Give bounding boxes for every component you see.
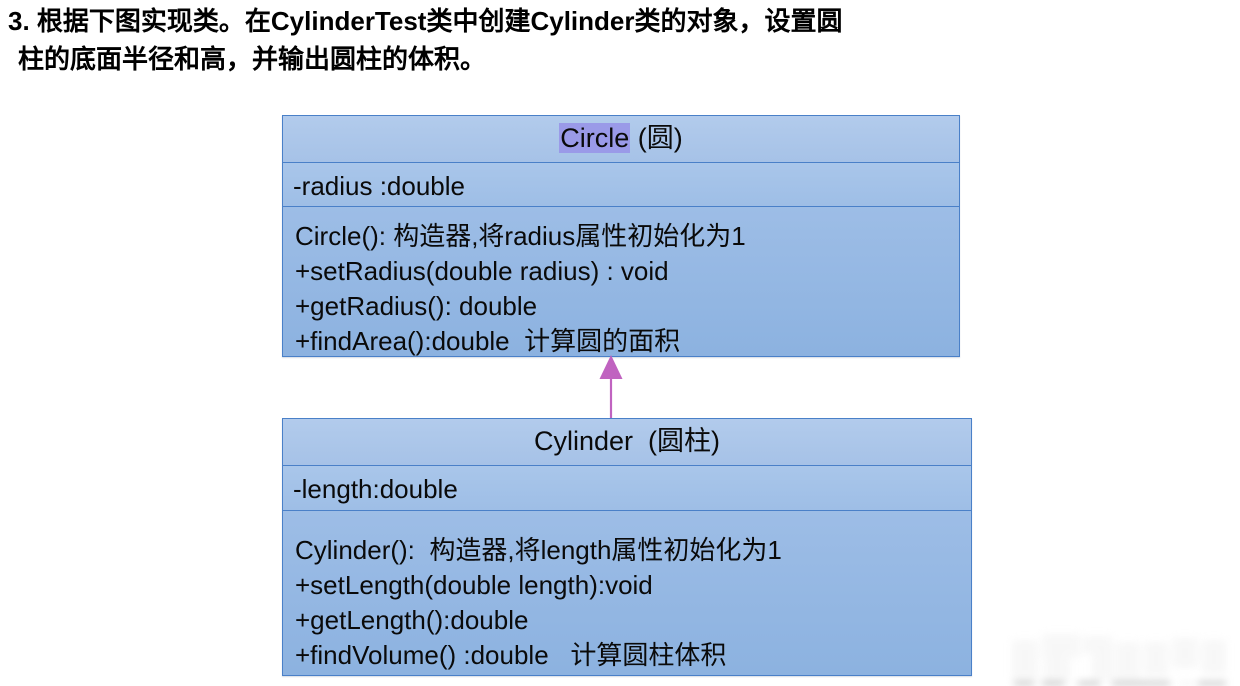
blurred-watermark: [1012, 630, 1234, 686]
class-name-circle: Circle: [559, 123, 631, 153]
class-name-circle-suffix: (圆): [630, 123, 683, 153]
page-title-line-1: 3. 根据下图实现类。在CylinderTest类中创建Cylinder类的对象…: [8, 6, 843, 36]
uml-class-circle: Circle (圆) -radius :double Circle(): 构造器…: [282, 115, 960, 357]
class-attributes-circle: -radius :double: [283, 162, 959, 206]
generalization-arrow-icon: [599, 355, 623, 421]
class-attributes-cylinder: -length:double: [283, 465, 971, 510]
class-methods-circle: Circle(): 构造器,将radius属性初始化为1 +setRadius(…: [283, 206, 959, 356]
class-name-cylinder-suffix: (圆柱): [633, 426, 721, 456]
attribute-row: -length:double: [293, 474, 458, 504]
class-name-cylinder-wrap: Cylinder (圆柱): [534, 428, 720, 455]
method-row: Circle(): 构造器,将radius属性初始化为1: [295, 221, 746, 251]
class-name-circle-wrap: Circle (圆): [559, 123, 683, 153]
page-title-line-2: 柱的底面半径和高，并输出圆柱的体积。: [18, 44, 487, 74]
attribute-row: -radius :double: [293, 171, 465, 201]
method-row: +getRadius(): double: [295, 291, 538, 321]
page-title: 3. 根据下图实现类。在CylinderTest类中创建Cylinder类的对象…: [8, 2, 1236, 78]
class-methods-cylinder: Cylinder(): 构造器,将length属性初始化为1 +setLengt…: [283, 510, 971, 675]
method-row: +findVolume() :double 计算圆柱体积: [295, 640, 727, 670]
method-row: Cylinder(): 构造器,将length属性初始化为1: [295, 535, 782, 565]
method-row: +getLength():double: [295, 605, 529, 635]
method-row: +setLength(double length):void: [295, 570, 653, 600]
method-row: +setRadius(double radius) : void: [295, 256, 669, 286]
class-title-cylinder: Cylinder (圆柱): [283, 419, 971, 465]
class-title-circle: Circle (圆): [283, 116, 959, 162]
class-name-cylinder: Cylinder: [533, 426, 634, 456]
method-row: +findArea():double 计算圆的面积: [295, 326, 681, 356]
uml-class-cylinder: Cylinder (圆柱) -length:double Cylinder():…: [282, 418, 972, 676]
